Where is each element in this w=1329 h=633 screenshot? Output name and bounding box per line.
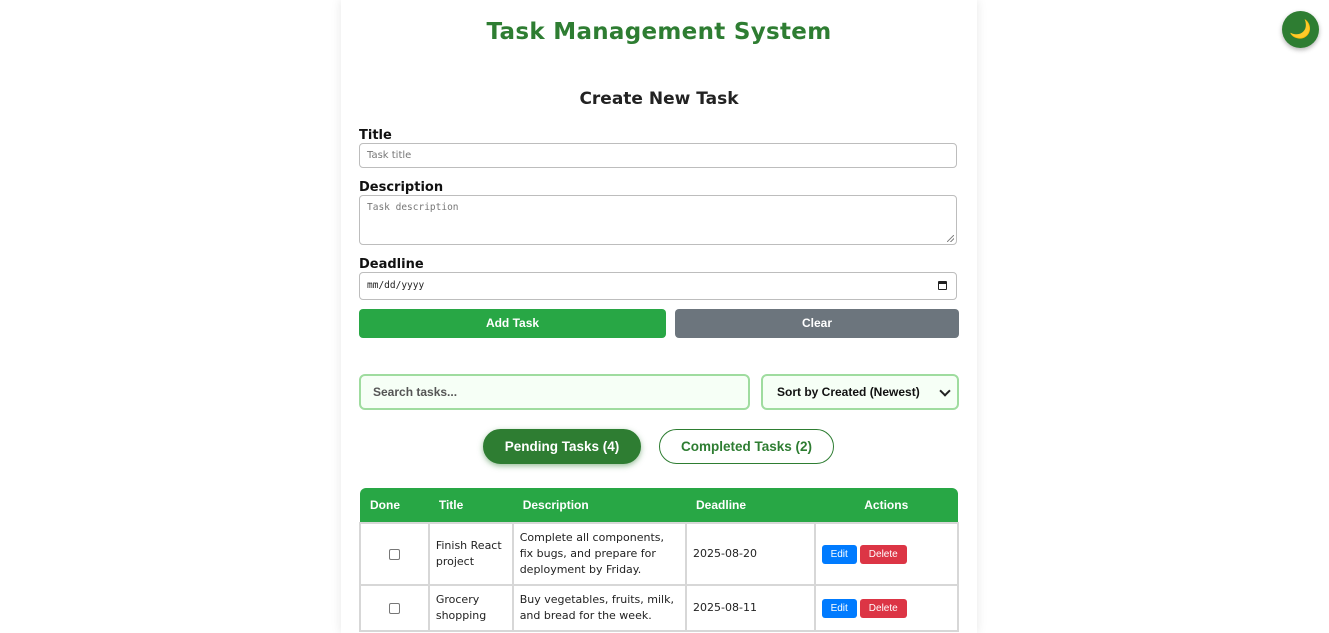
- table-row: Finish React project Complete all compon…: [359, 522, 960, 586]
- header-done: Done: [360, 488, 429, 523]
- task-description: Buy vegetables, fruits, milk, and bread …: [511, 584, 688, 632]
- edit-button[interactable]: Edit: [821, 598, 857, 618]
- title-input[interactable]: Task title: [359, 143, 957, 168]
- actions-cell: Edit Delete: [813, 584, 960, 632]
- header-actions: Actions: [814, 488, 958, 523]
- done-checkbox[interactable]: [388, 602, 400, 614]
- title-input-placeholder: Task title: [367, 150, 412, 161]
- resize-grip-icon[interactable]: [947, 235, 954, 242]
- sort-select[interactable]: Sort by Created (Newest): [761, 374, 959, 410]
- deadline-date-input[interactable]: mm/dd/yyyy: [359, 272, 957, 300]
- task-app-card: Task Management System Create New Task T…: [341, 0, 977, 633]
- task-table: Done Title Description Deadline Actions …: [359, 488, 960, 632]
- table-header-row: Done Title Description Deadline Actions: [360, 488, 958, 523]
- deadline-placeholder: mm/dd/yyyy: [367, 280, 425, 291]
- deadline-label: Deadline: [359, 257, 424, 272]
- task-title: Grocery shopping: [427, 584, 514, 632]
- tab-completed-tasks[interactable]: Completed Tasks (2): [659, 429, 834, 464]
- create-task-heading: Create New Task: [579, 89, 739, 109]
- clear-button[interactable]: Clear: [675, 309, 959, 338]
- tab-pending-tasks[interactable]: Pending Tasks (4): [483, 429, 641, 464]
- table-row: Grocery shopping Buy vegetables, fruits,…: [359, 584, 960, 632]
- done-cell: [359, 522, 430, 586]
- task-description: Complete all components, fix bugs, and p…: [511, 522, 688, 586]
- done-cell: [359, 584, 430, 632]
- add-task-button[interactable]: Add Task: [359, 309, 666, 338]
- chevron-down-icon: [939, 385, 951, 397]
- delete-button[interactable]: Delete: [859, 598, 907, 618]
- search-input[interactable]: Search tasks...: [359, 374, 750, 410]
- header-deadline: Deadline: [686, 488, 815, 523]
- header-description: Description: [512, 488, 687, 523]
- title-label: Title: [359, 128, 392, 143]
- actions-cell: Edit Delete: [813, 522, 960, 586]
- calendar-icon[interactable]: [938, 281, 947, 290]
- delete-button[interactable]: Delete: [859, 544, 907, 564]
- search-placeholder: Search tasks...: [373, 385, 458, 399]
- description-label: Description: [359, 180, 444, 195]
- page: Task Management System Create New Task T…: [0, 0, 1329, 633]
- description-textarea[interactable]: Task description: [359, 195, 957, 245]
- moon-icon: 🌙: [1289, 19, 1312, 40]
- task-title: Finish React project: [427, 522, 514, 586]
- theme-toggle-button[interactable]: 🌙: [1282, 11, 1319, 48]
- edit-button[interactable]: Edit: [821, 544, 857, 564]
- header-title: Title: [428, 488, 513, 523]
- sort-selected-value: Sort by Created (Newest): [777, 385, 920, 399]
- description-placeholder: Task description: [367, 202, 459, 213]
- done-checkbox[interactable]: [388, 548, 400, 560]
- task-deadline: 2025-08-20: [685, 522, 816, 586]
- app-title: Task Management System: [486, 19, 832, 45]
- task-deadline: 2025-08-11: [685, 584, 816, 632]
